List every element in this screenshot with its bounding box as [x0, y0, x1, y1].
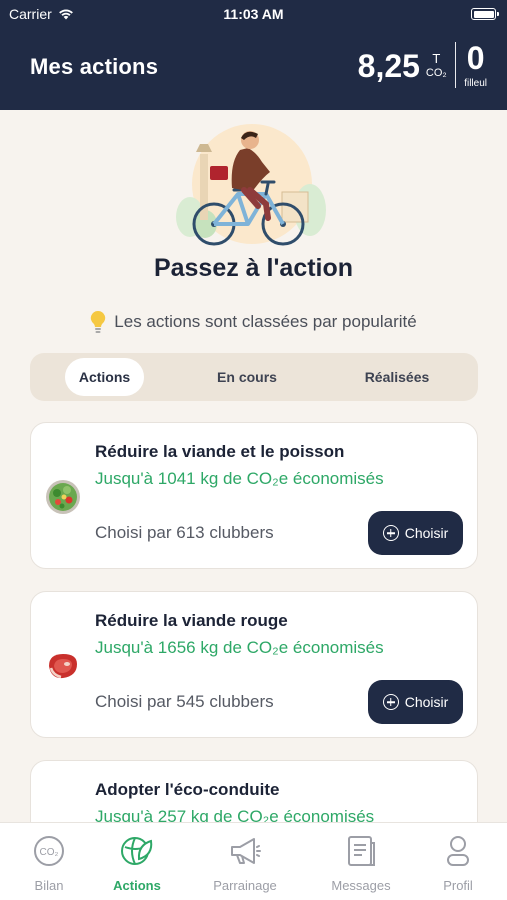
tab-actions[interactable]: Actions	[65, 358, 144, 396]
salad-icon	[46, 480, 80, 514]
status-time: 11:03 AM	[223, 6, 284, 22]
choose-button-label: Choisir	[404, 694, 449, 710]
status-bar: Carrier 11:03 AM	[0, 6, 507, 24]
leaf-globe-icon	[121, 837, 153, 865]
co2-unit-label: CO₂	[425, 66, 447, 79]
nav-item-actions[interactable]: Actions	[92, 833, 182, 893]
header-stats[interactable]: 8,25 T CO₂ 0 filleul	[358, 42, 487, 89]
messages-icon	[348, 836, 375, 866]
action-card[interactable]: Réduire la viande et le poisson Jusqu'à …	[30, 422, 478, 569]
nav-item-profil[interactable]: Profil	[413, 833, 503, 893]
card-title: Réduire la viande rouge	[95, 611, 288, 630]
nav-label: Profil	[443, 878, 473, 893]
co2-unit: T CO₂	[425, 51, 447, 80]
nav-label: Actions	[113, 878, 161, 893]
sponsor-label: filleul	[464, 78, 487, 89]
svg-text:CO₂: CO₂	[40, 847, 59, 858]
popularity-hint: Les actions sont classées par popularité	[0, 310, 507, 334]
battery-icon	[471, 8, 499, 20]
co2-icon: CO₂	[34, 836, 64, 866]
actions-tabs: Actions En cours Réalisées	[30, 353, 478, 401]
choose-button-label: Choisir	[404, 525, 449, 541]
sponsor-stat: 0 filleul	[464, 42, 487, 89]
sponsor-count: 0	[466, 40, 485, 76]
hero-title: Passez à l'action	[153, 254, 354, 282]
card-chosen-count: Choisi par 545 clubbers	[95, 692, 274, 711]
app-header: Carrier 11:03 AM Mes actions 8,25 T CO₂ …	[0, 0, 507, 110]
page-title: Mes actions	[30, 54, 159, 79]
card-title: Réduire la viande et le poisson	[95, 442, 345, 461]
cyclist-illustration	[176, 124, 326, 246]
action-card[interactable]: Réduire la viande rouge Jusqu'à 1656 kg …	[30, 591, 478, 738]
card-savings: Jusqu'à 1041 kg de CO₂e économisés	[95, 469, 384, 488]
bottom-nav: CO₂ Bilan Actions Parrainage Messages Pr…	[0, 822, 507, 900]
popularity-hint-text: Les actions sont classées par popularité	[114, 312, 417, 331]
choose-button[interactable]: Choisir	[368, 680, 463, 724]
plus-circle-icon	[382, 525, 399, 541]
tab-realisees[interactable]: Réalisées	[352, 358, 442, 396]
nav-item-bilan[interactable]: CO₂ Bilan	[4, 833, 94, 893]
nav-label: Messages	[331, 878, 391, 893]
co2-unit-t: T	[432, 51, 441, 66]
co2-value: 8,25	[357, 48, 420, 84]
card-chosen-count: Choisi par 613 clubbers	[95, 523, 274, 542]
megaphone-icon	[231, 838, 261, 864]
choose-button[interactable]: Choisir	[368, 511, 463, 555]
steak-icon	[49, 654, 77, 679]
nav-item-messages[interactable]: Messages	[316, 833, 406, 893]
lightbulb-icon	[91, 310, 106, 333]
nav-label: Bilan	[34, 878, 64, 893]
card-savings: Jusqu'à 1656 kg de CO₂e économisés	[95, 638, 384, 657]
card-title: Adopter l'éco-conduite	[95, 780, 280, 799]
stats-divider	[454, 42, 457, 88]
tab-en-cours[interactable]: En cours	[204, 358, 290, 396]
nav-label: Parrainage	[213, 878, 277, 893]
plus-circle-icon	[382, 694, 399, 710]
profile-icon	[447, 836, 469, 866]
nav-item-parrainage[interactable]: Parrainage	[200, 833, 290, 893]
